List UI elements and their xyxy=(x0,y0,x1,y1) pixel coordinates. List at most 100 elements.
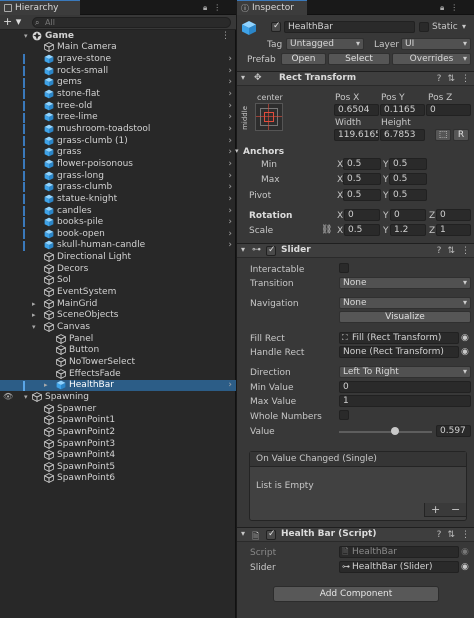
hierarchy-row[interactable]: grass-clumb (1) › xyxy=(0,135,236,147)
presets-icon[interactable]: ⇅ xyxy=(447,246,455,256)
presets-icon[interactable]: ⇅ xyxy=(447,530,455,540)
anchor-min-y-field[interactable]: 0.5 xyxy=(389,158,427,170)
expand-arrow-icon[interactable]: ▸ xyxy=(32,311,36,319)
layer-dropdown[interactable]: UI xyxy=(401,38,471,50)
chevron-right-icon[interactable]: › xyxy=(228,380,232,390)
scale-z-field[interactable]: 1 xyxy=(436,224,471,236)
hierarchy-row[interactable]: SpawnPoint4 xyxy=(0,449,236,461)
hierarchy-row[interactable]: rocks-small › xyxy=(0,65,236,77)
hierarchy-row[interactable]: EventSystem xyxy=(0,286,236,298)
static-dropdown-icon[interactable]: ▾ xyxy=(462,22,466,31)
expand-arrow-icon[interactable]: ▸ xyxy=(32,300,36,308)
script-enabled-checkbox[interactable] xyxy=(266,529,276,540)
anchors-arrow-icon[interactable]: ▾ xyxy=(235,147,239,155)
link-icon[interactable]: ⛓︎ xyxy=(321,225,332,235)
hierarchy-row[interactable]: ▸ HealthBar › xyxy=(0,379,236,392)
chevron-right-icon[interactable]: › xyxy=(228,194,232,204)
hierarchy-row[interactable]: ▾ Game ⋮ xyxy=(0,30,236,42)
menu-dots-icon[interactable]: ⋮ xyxy=(221,31,230,41)
object-picker-icon[interactable]: ◉ xyxy=(461,333,469,343)
hierarchy-row[interactable]: ▸ MainGrid xyxy=(0,298,236,310)
active-checkbox[interactable] xyxy=(271,21,281,32)
hierarchy-row[interactable]: Directional Light xyxy=(0,251,236,263)
expand-arrow-icon[interactable]: ▸ xyxy=(44,381,48,389)
chevron-right-icon[interactable]: › xyxy=(228,66,232,76)
navigation-dropdown[interactable]: None xyxy=(339,297,471,309)
handle-rect-field[interactable]: None (Rect Transform) xyxy=(339,346,459,358)
anchor-preset-button[interactable] xyxy=(255,103,283,131)
chevron-right-icon[interactable]: › xyxy=(228,54,232,64)
chevron-right-icon[interactable]: › xyxy=(228,77,232,87)
hierarchy-row[interactable]: books-pile › xyxy=(0,216,236,228)
hierarchy-row[interactable]: candles › xyxy=(0,205,236,217)
max-value-field[interactable]: 1 xyxy=(339,395,471,407)
pivot-y-field[interactable]: 0.5 xyxy=(389,189,427,201)
value-slider-handle[interactable] xyxy=(390,427,399,435)
pos-x-field[interactable]: 0.6504 xyxy=(334,104,379,116)
slider-enabled-checkbox[interactable] xyxy=(266,245,276,256)
slider-header[interactable]: ▾ ⊶ Slider ? ⇅ ⋮ xyxy=(237,243,474,258)
expand-arrow-icon[interactable]: ▾ xyxy=(24,393,28,401)
chevron-right-icon[interactable]: › xyxy=(228,89,232,99)
expand-arrow-icon[interactable]: ▾ xyxy=(241,245,245,254)
menu-dots-icon[interactable]: ⋮ xyxy=(461,74,470,84)
expand-arrow-icon[interactable]: ▾ xyxy=(24,32,28,40)
object-name-field[interactable]: HealthBar xyxy=(284,21,415,33)
search-input[interactable]: ⌕ All xyxy=(32,17,231,28)
chevron-right-icon[interactable]: › xyxy=(228,136,232,146)
chevron-right-icon[interactable]: › xyxy=(228,206,232,216)
expand-arrow-icon[interactable]: ▾ xyxy=(241,73,245,82)
blueprint-mode-button[interactable]: ⬚ xyxy=(435,129,451,141)
menu-dots-icon[interactable]: ⋮ xyxy=(213,3,221,13)
chevron-right-icon[interactable]: › xyxy=(228,240,232,250)
hierarchy-row[interactable]: Button xyxy=(0,345,236,357)
hierarchy-row[interactable]: stone-flat › xyxy=(0,88,236,100)
add-component-button[interactable]: Add Component xyxy=(273,586,439,602)
scale-y-field[interactable]: 1.2 xyxy=(390,224,426,236)
tag-dropdown[interactable]: Untagged xyxy=(286,38,364,50)
hierarchy-row[interactable]: ▸ SceneObjects xyxy=(0,310,236,322)
hierarchy-row[interactable]: Spawner xyxy=(0,403,236,415)
add-event-button[interactable]: + xyxy=(431,503,440,516)
chevron-right-icon[interactable]: › xyxy=(228,124,232,134)
tab-inspector[interactable]: ⓘ Inspector xyxy=(237,0,307,15)
hierarchy-row[interactable]: Sol xyxy=(0,275,236,287)
hierarchy-row[interactable]: SpawnPoint6 xyxy=(0,473,236,485)
chevron-right-icon[interactable]: › xyxy=(228,159,232,169)
prefab-overrides-dropdown[interactable]: Overrides xyxy=(392,53,471,65)
hierarchy-row[interactable]: Panel xyxy=(0,333,236,345)
prefab-select-button[interactable]: Select xyxy=(328,53,390,65)
hierarchy-row[interactable]: SpawnPoint2 xyxy=(0,426,236,438)
hierarchy-row[interactable]: flower-poisonous › xyxy=(0,158,236,170)
help-icon[interactable]: ? xyxy=(437,74,442,84)
value-slider-track[interactable] xyxy=(339,431,432,433)
help-icon[interactable]: ? xyxy=(437,246,442,256)
hierarchy-row[interactable]: grass › xyxy=(0,147,236,159)
static-checkbox[interactable] xyxy=(419,22,429,32)
anchor-max-x-field[interactable]: 0.5 xyxy=(343,173,381,185)
chevron-right-icon[interactable]: › xyxy=(228,182,232,192)
height-field[interactable]: 6.7853 xyxy=(380,129,425,141)
anchor-min-x-field[interactable]: 0.5 xyxy=(343,158,381,170)
interactable-checkbox[interactable] xyxy=(339,263,349,273)
pos-z-field[interactable]: 0 xyxy=(426,104,471,116)
menu-dots-icon[interactable]: ⋮ xyxy=(461,530,470,540)
menu-dots-icon[interactable]: ⋮ xyxy=(450,3,458,13)
lock-icon[interactable]: 🔒︎ xyxy=(203,3,207,13)
visibility-eye-icon[interactable]: 👁︎ xyxy=(3,392,13,401)
hierarchy-row[interactable]: gems › xyxy=(0,77,236,89)
hierarchy-row[interactable]: statue-knight › xyxy=(0,193,236,205)
hierarchy-row[interactable]: SpawnPoint1 xyxy=(0,414,236,426)
direction-dropdown[interactable]: Left To Right xyxy=(339,366,471,378)
transition-dropdown[interactable]: None xyxy=(339,277,471,289)
hierarchy-row[interactable]: grass-long › xyxy=(0,170,236,182)
prefab-open-button[interactable]: Open xyxy=(281,53,326,65)
object-picker-icon[interactable]: ◉ xyxy=(461,347,469,357)
chevron-right-icon[interactable]: › xyxy=(228,217,232,227)
hierarchy-row[interactable]: SpawnPoint5 xyxy=(0,461,236,473)
health-bar-script-header[interactable]: ▾ 🗎︎ Health Bar (Script) ? ⇅ ⋮ xyxy=(237,527,474,542)
chevron-right-icon[interactable]: › xyxy=(228,112,232,122)
chevron-right-icon[interactable]: › xyxy=(228,101,232,111)
menu-dots-icon[interactable]: ⋮ xyxy=(461,246,470,256)
expand-arrow-icon[interactable]: ▾ xyxy=(241,529,245,538)
